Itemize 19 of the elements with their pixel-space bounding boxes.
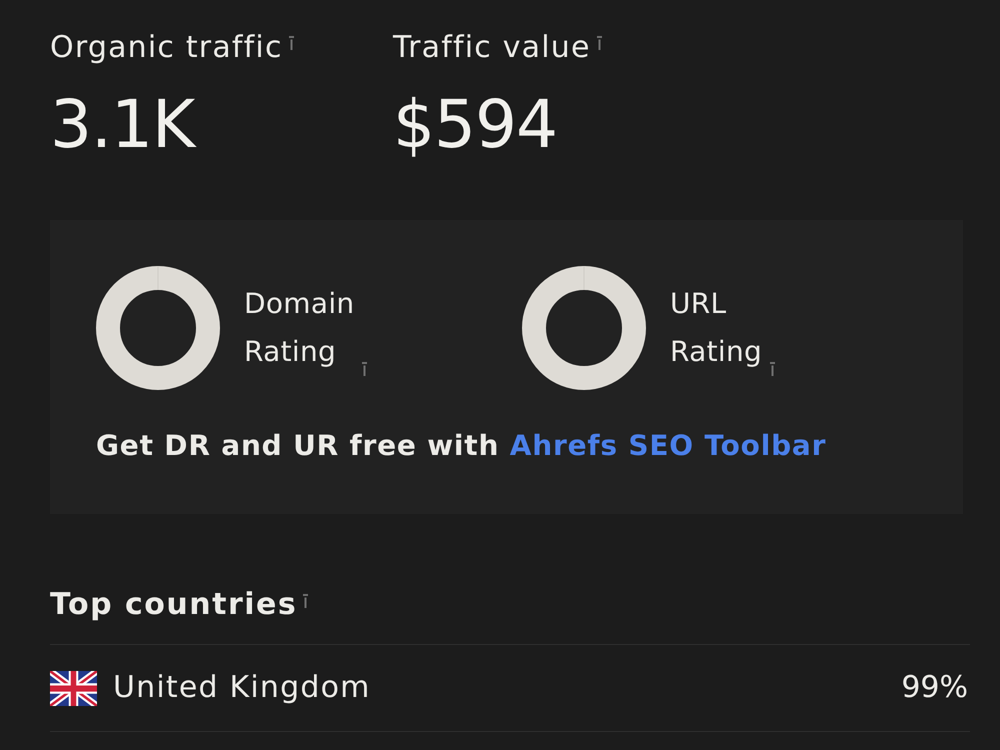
metric-label: Traffic value <box>393 30 591 66</box>
flag-icon <box>50 670 97 706</box>
info-icon[interactable] <box>303 594 308 608</box>
toolbar-link[interactable]: Ahrefs SEO Toolbar <box>510 429 826 462</box>
info-icon[interactable] <box>596 36 602 50</box>
country-share: 99% <box>901 669 969 707</box>
metric-value: $594 <box>393 92 558 158</box>
info-icon[interactable] <box>770 362 776 376</box>
rating-label: URL Rating <box>670 286 762 370</box>
info-icon[interactable] <box>362 362 368 376</box>
metric-value: 3.1K <box>50 92 198 158</box>
country-name: United Kingdom <box>113 669 372 707</box>
info-icon[interactable] <box>288 36 294 50</box>
ring-icon <box>96 266 220 390</box>
metric-label: Organic traffic <box>50 30 283 66</box>
section-title: Top countries <box>50 586 298 624</box>
rating-label: Domain Rating <box>244 286 354 370</box>
ring-icon <box>522 266 646 390</box>
promo-text: Get DR and UR free with Ahrefs SEO Toolbar <box>96 428 828 464</box>
